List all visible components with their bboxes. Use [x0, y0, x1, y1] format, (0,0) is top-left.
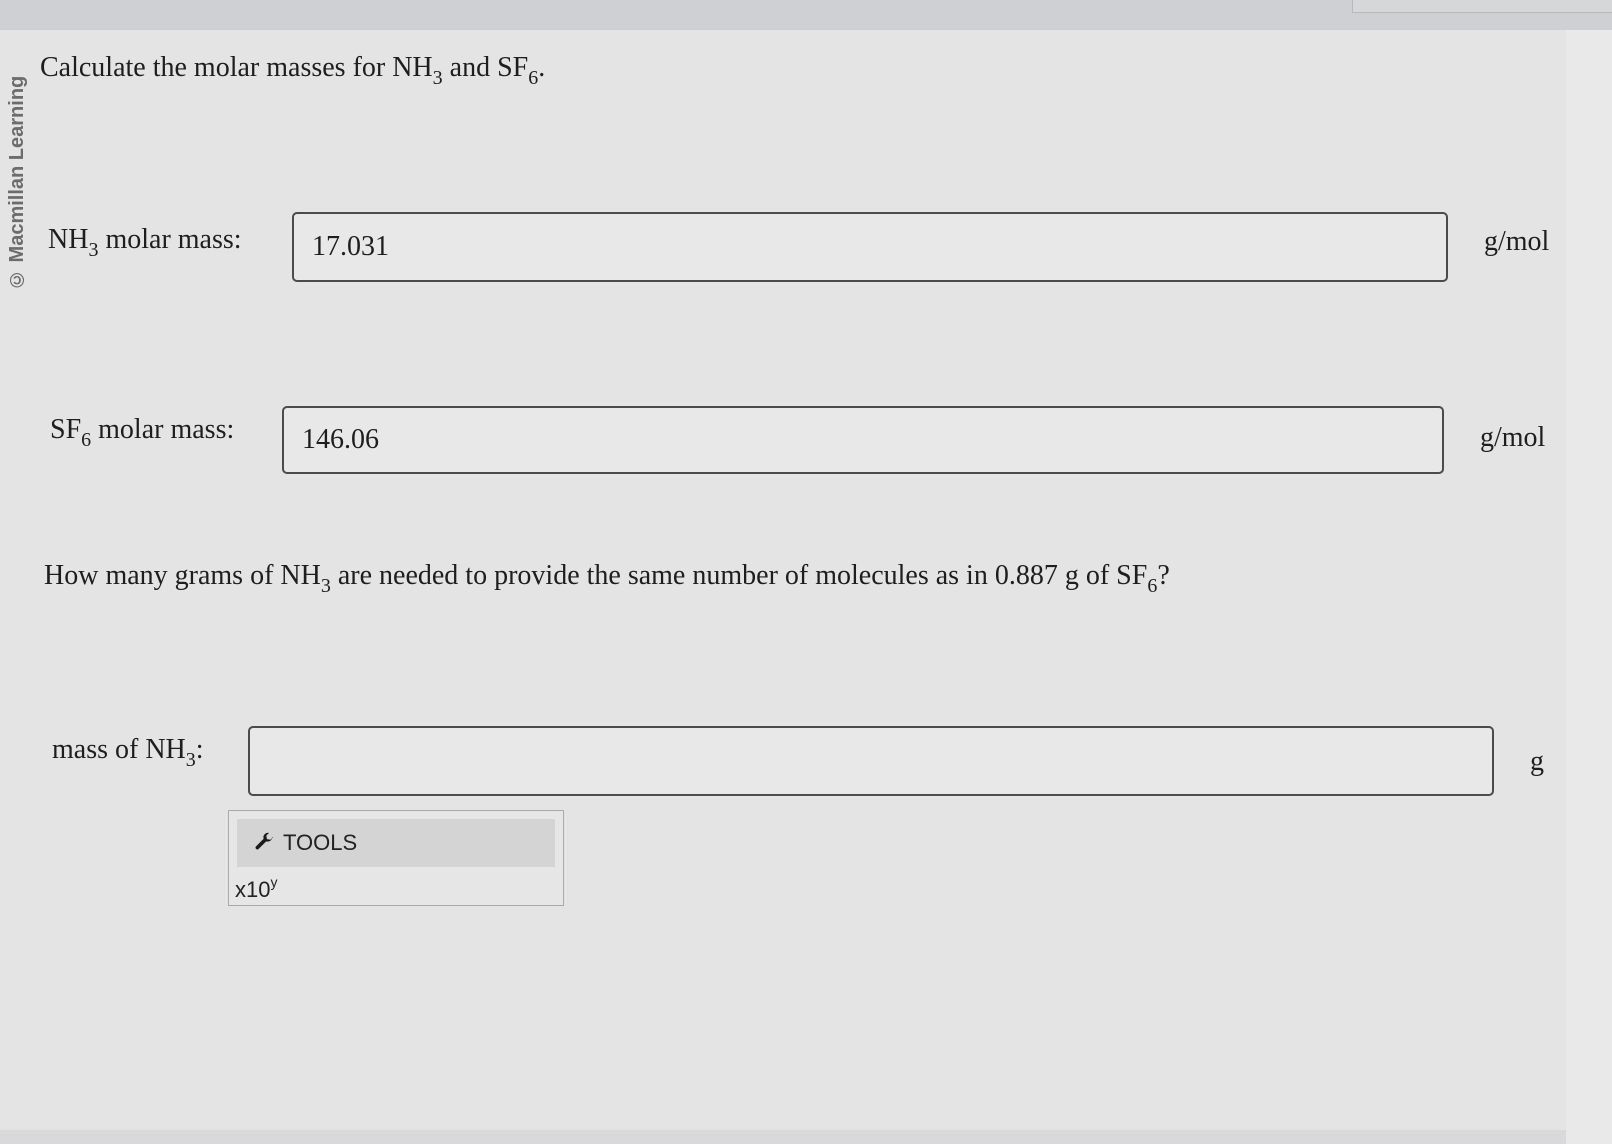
sf6-molar-mass-input[interactable]: [282, 406, 1444, 474]
tools-panel: TOOLS x10y: [228, 810, 564, 906]
tools-label: TOOLS: [283, 830, 358, 855]
nh3-molar-mass-input[interactable]: [292, 212, 1448, 282]
right-edge: [1566, 30, 1612, 1144]
mass-unit: g: [1530, 746, 1544, 777]
sf6-unit: g/mol: [1480, 422, 1546, 453]
nh3-unit: g/mol: [1484, 226, 1550, 257]
copyright-watermark: © Macmillan Learning: [6, 75, 28, 290]
sci-base: x10: [235, 877, 271, 902]
question-part2-text: ?: [1157, 560, 1170, 591]
wrench-icon: [253, 832, 275, 854]
question-part2-text: are needed to provide the same number of…: [330, 560, 1148, 591]
question-intro-text: Calculate the molar masses for NH: [40, 52, 433, 83]
subscript: 6: [528, 67, 539, 89]
mass-nh3-input[interactable]: [248, 726, 1494, 796]
question-intro-text: .: [538, 52, 546, 83]
subscript: 6: [81, 429, 92, 451]
label-text: molar mass:: [91, 414, 235, 445]
mass-nh3-label: mass of NH3:: [52, 734, 204, 771]
subscript: 3: [432, 67, 443, 89]
label-text: :: [195, 734, 204, 765]
top-strip: [0, 0, 1612, 30]
sci-exponent: y: [270, 874, 278, 890]
subscript: 3: [320, 575, 331, 597]
question-part2-text: How many grams of NH: [44, 560, 321, 591]
question-intro-text: and SF: [442, 52, 529, 83]
label-text: NH: [48, 224, 89, 255]
tools-button[interactable]: TOOLS: [237, 819, 555, 867]
subscript: 3: [88, 239, 99, 261]
question-intro: Calculate the molar masses for NH3 and S…: [40, 52, 546, 89]
question-part2: How many grams of NH3 are needed to prov…: [44, 560, 1170, 597]
label-text: molar mass:: [98, 224, 242, 255]
sf6-molar-mass-label: SF6 molar mass:: [50, 414, 235, 451]
nh3-molar-mass-label: NH3 molar mass:: [48, 224, 242, 261]
top-tab[interactable]: [1352, 0, 1612, 13]
subscript: 6: [1147, 575, 1158, 597]
subscript: 3: [185, 749, 196, 771]
label-text: SF: [50, 414, 82, 445]
label-text: mass of NH: [52, 734, 186, 765]
scientific-notation-button[interactable]: x10y: [235, 871, 277, 901]
